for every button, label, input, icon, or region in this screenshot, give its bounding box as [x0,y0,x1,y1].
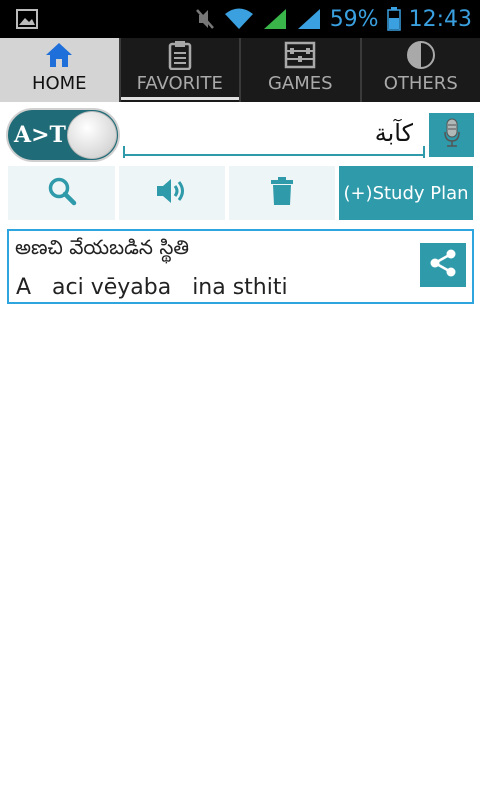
status-bar: 59% 12:43 [0,0,480,38]
abacus-icon [284,41,316,69]
home-icon [44,41,74,69]
result-transliteration: A aci vēyaba ina sthiti [16,275,288,300]
tab-home[interactable]: HOME [0,38,119,102]
tab-bar: HOME FAVORITE GAMES OTHERS [0,38,480,102]
tab-label: FAVORITE [136,73,223,94]
signal-blue-icon [296,7,322,31]
result-card: అణచి వేయబడిన స్థితి A aci vēyaba ina sth… [7,229,474,304]
toggle-label: A>T [14,122,66,148]
pie-icon [406,41,436,69]
tab-favorite[interactable]: FAVORITE [118,38,239,102]
share-button[interactable] [420,243,466,287]
tab-underline [120,97,239,100]
mute-icon [194,7,216,31]
voice-input-button[interactable] [429,113,474,157]
microphone-icon [443,118,461,152]
wifi-icon [224,7,254,31]
add-study-plan-button[interactable]: (+)Study Plan [339,166,473,220]
delete-button[interactable] [229,166,335,220]
result-telugu-text: అణచి వేయబడిన స్థితి [15,235,190,259]
toggle-knob [67,111,117,159]
tab-label: GAMES [267,73,333,94]
share-icon [428,248,458,282]
image-icon [16,9,38,29]
search-button[interactable] [8,166,115,220]
speak-button[interactable] [119,166,225,220]
tab-label: OTHERS [383,73,458,94]
trash-icon [270,176,294,210]
signal-green-icon [262,7,288,31]
battery-icon [386,7,401,31]
tab-games[interactable]: GAMES [239,38,360,102]
tab-label: HOME [31,73,87,94]
battery-percent: 59% [329,6,379,32]
clock: 12:43 [408,6,472,32]
clipboard-icon [168,41,192,70]
input-underline-ticks [123,146,425,158]
search-icon [47,176,77,210]
speaker-icon [155,176,189,210]
tab-others[interactable]: OTHERS [359,38,480,102]
language-direction-toggle[interactable]: A>T [6,108,120,162]
